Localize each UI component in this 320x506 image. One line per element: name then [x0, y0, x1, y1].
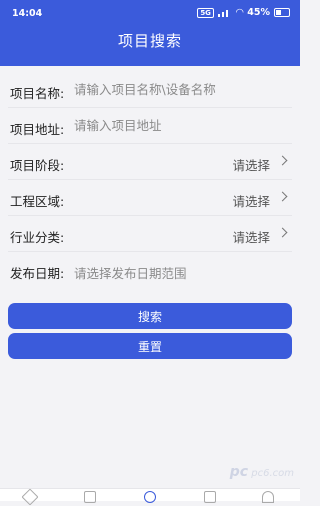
- status-bar: 14:04 5G ◠ 45%: [0, 0, 300, 26]
- project-name-input[interactable]: [74, 77, 292, 101]
- project-address-label: 项目地址:: [10, 122, 65, 137]
- project-address-input[interactable]: [74, 113, 292, 137]
- reset-button[interactable]: 重置: [8, 333, 292, 359]
- engineering-region-row: 工程区域: 请选择: [8, 180, 292, 216]
- chevron-right-icon: [277, 227, 288, 238]
- engineering-region-select[interactable]: 请选择: [172, 180, 292, 215]
- watermark-brand: pc: [229, 464, 249, 480]
- page-title: 项目搜索: [117, 32, 182, 50]
- status-icons: 5G ◠ 45%: [197, 7, 290, 18]
- chevron-right-icon: [277, 191, 288, 202]
- project-stage-select[interactable]: 请选择: [172, 144, 292, 179]
- publish-date-label: 发布日期:: [10, 266, 65, 281]
- chevron-right-icon: [277, 155, 288, 166]
- publish-date-row[interactable]: 发布日期: 请选择发布日期范围: [8, 252, 292, 287]
- project-name-label: 项目名称:: [10, 86, 65, 101]
- signal-icon: [217, 9, 232, 17]
- bottom-tabbar: [0, 488, 300, 506]
- project-stage-label: 项目阶段:: [10, 158, 65, 173]
- watermark-text: pc6.com: [251, 468, 294, 479]
- search-form: 项目名称: 项目地址: 项目阶段: 请选择 工程区域: 请选择 行业分类: 请选…: [0, 72, 300, 287]
- industry-category-row: 行业分类: 请选择: [8, 216, 292, 252]
- project-address-row: 项目地址:: [8, 108, 292, 144]
- publish-date-field[interactable]: 请选择发布日期范围: [74, 263, 187, 282]
- engineering-region-label: 工程区域:: [10, 194, 65, 209]
- watermark: pc pc6.com: [230, 464, 294, 480]
- battery-percent: 45%: [247, 7, 270, 18]
- app-header: 14:04 5G ◠ 45% 项目搜索: [0, 0, 300, 66]
- industry-category-label: 行业分类:: [10, 230, 65, 245]
- network-chip: 5G: [197, 7, 214, 18]
- project-stage-row: 项目阶段: 请选择: [8, 144, 292, 180]
- industry-category-select[interactable]: 请选择: [172, 216, 292, 251]
- project-stage-value: 请选择: [232, 158, 270, 173]
- wifi-icon: ◠: [235, 7, 244, 18]
- status-time: 14:04: [12, 8, 43, 19]
- industry-category-value: 请选择: [232, 230, 270, 245]
- search-button[interactable]: 搜索: [8, 303, 292, 329]
- battery-icon: [274, 8, 290, 17]
- engineering-region-value: 请选择: [232, 194, 270, 209]
- project-name-row: 项目名称:: [8, 72, 292, 108]
